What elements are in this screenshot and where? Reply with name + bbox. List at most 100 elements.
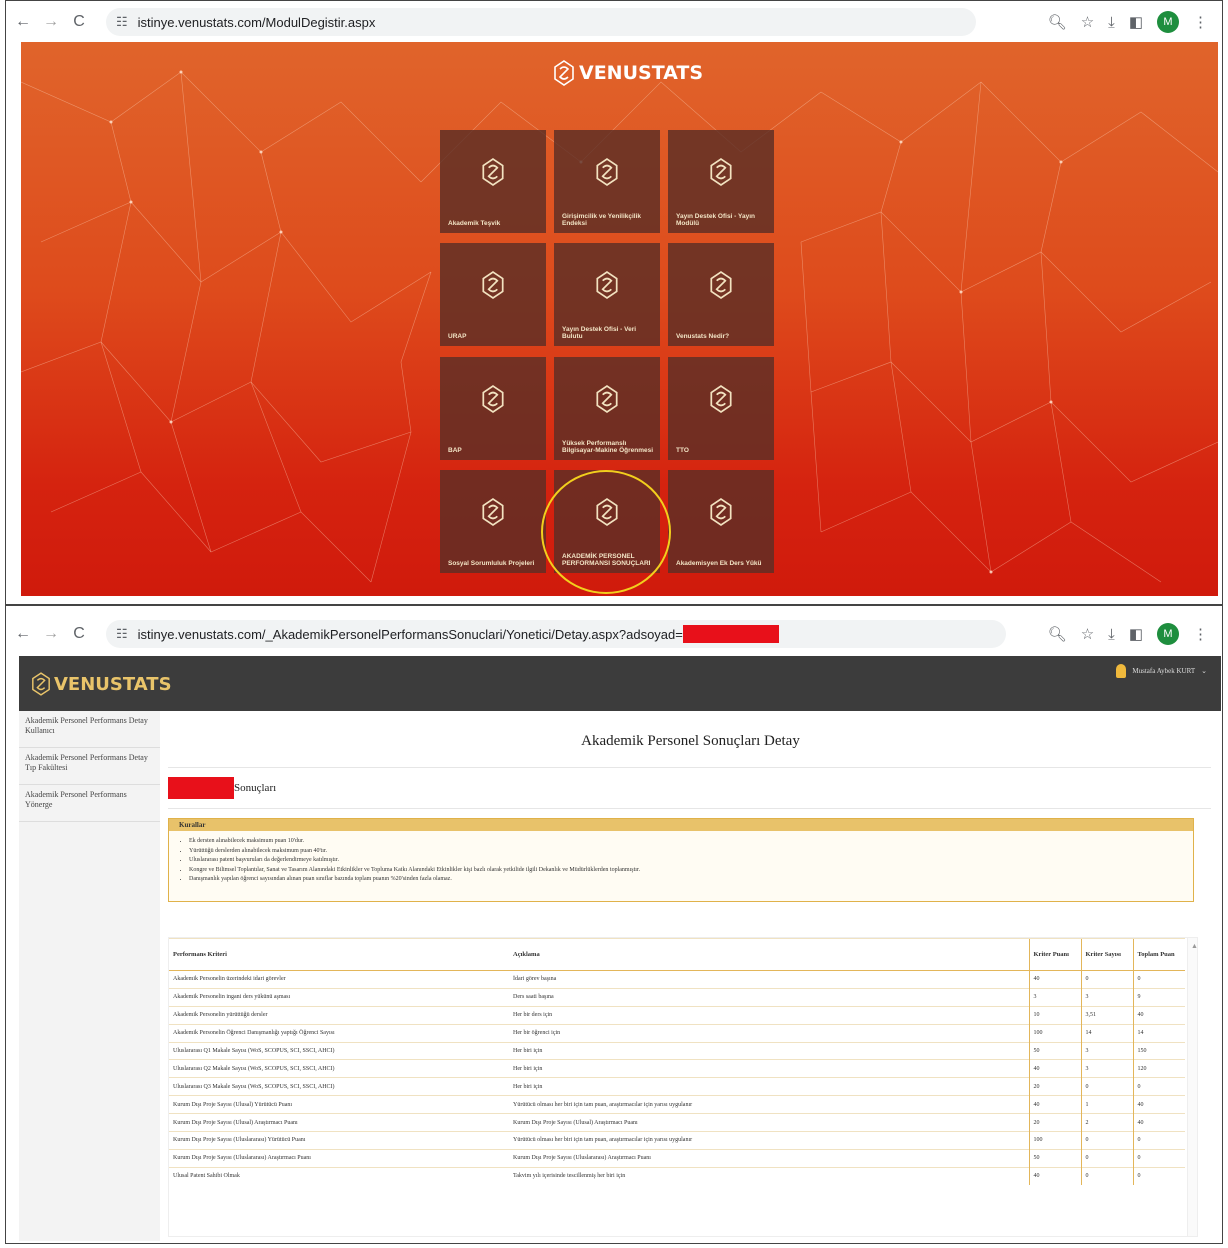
cell: 0 xyxy=(1132,970,1185,989)
col-header[interactable]: Kriter Sayısı xyxy=(1080,938,1133,971)
cell: 14 xyxy=(1080,1023,1133,1043)
venustats-tile-icon xyxy=(710,158,732,186)
cell: 40 xyxy=(1028,1166,1081,1186)
tile-label: Sosyal Sorumluluk Projeleri xyxy=(448,560,535,567)
col-header[interactable]: Toplam Puan xyxy=(1132,938,1185,971)
cell: Kurum Dışı Proje Sayısı (Ulusal) Yürütüc… xyxy=(169,1095,509,1114)
download-icon[interactable]: ⤓ xyxy=(1108,626,1115,643)
download-icon[interactable]: ⤓ xyxy=(1108,14,1115,31)
tile-label: Yüksek Performanslı Bilgisayar-Makine Öğ… xyxy=(562,440,654,454)
cell: 14 xyxy=(1132,1023,1185,1043)
venustats-tile-icon xyxy=(596,271,618,299)
table-header-row: Performans Kriteri Açıklama Kriter Puanı… xyxy=(169,938,1185,971)
sidepanel-icon[interactable]: ◧ xyxy=(1129,13,1143,31)
tile-label: Venustats Nedir? xyxy=(676,333,730,340)
table-row: Akademik Personelin Öğrenci Danışmanlığı… xyxy=(169,1023,1185,1043)
cell: 10 xyxy=(1028,1005,1081,1025)
address-bar[interactable]: ☷ istinye.venustats.com/_AkademikPersone… xyxy=(106,620,1006,648)
cell: 0 xyxy=(1132,1077,1185,1096)
forward-icon[interactable]: → xyxy=(40,625,62,643)
chevron-down-icon: ⌄ xyxy=(1201,667,1207,675)
forward-icon[interactable]: → xyxy=(40,13,62,31)
cell: 40 xyxy=(1132,1095,1185,1114)
browser-toolbar-bottom: ← → C ☷ istinye.venustats.com/_AkademikP… xyxy=(6,614,1222,654)
reload-icon[interactable]: C xyxy=(68,625,90,643)
zoom-icon[interactable]: 🔍︎ xyxy=(1048,13,1067,31)
cell: Akademik Personelin ingani ders yükünü a… xyxy=(169,987,509,1007)
star-icon[interactable]: ☆ xyxy=(1081,13,1094,31)
table-scrollbar[interactable]: ▲ xyxy=(1187,938,1197,1236)
tune-icon[interactable]: ☷ xyxy=(116,14,128,30)
cell: 0 xyxy=(1132,1131,1185,1150)
cell: 100 xyxy=(1028,1023,1081,1043)
scroll-up-icon[interactable]: ▲ xyxy=(1191,942,1197,950)
cell: 20 xyxy=(1028,1077,1081,1096)
col-header[interactable]: Performans Kriteri xyxy=(169,938,509,971)
star-icon[interactable]: ☆ xyxy=(1081,625,1094,643)
cell: 0 xyxy=(1132,1166,1185,1186)
table-row: Ulusal Patent Sahibi Olmak Takvim yılı iç… xyxy=(169,1166,1185,1186)
tile-girisimcilik[interactable]: Girişimcilik ve Yenilikçilik Endeksi xyxy=(554,130,660,233)
profile-avatar[interactable]: M xyxy=(1157,623,1179,645)
menu-icon[interactable]: ⋮ xyxy=(1193,13,1208,31)
redacted-name xyxy=(168,777,234,799)
sidebar-item-detay-tip[interactable]: Akademik Personel Performans Detay Tıp F… xyxy=(19,748,160,785)
profile-avatar[interactable]: M xyxy=(1157,11,1179,33)
back-icon[interactable]: ← xyxy=(12,625,34,643)
cell: Her bir öğrenci için xyxy=(509,1023,1029,1043)
cell: Uluslararası Q3 Makale Sayısı (WoS, SCOP… xyxy=(169,1077,509,1096)
tile-ek-ders-yuku[interactable]: Akademisyen Ek Ders Yükü xyxy=(668,470,774,573)
redacted-block xyxy=(682,625,779,643)
panel-divider xyxy=(5,604,1223,606)
separator xyxy=(168,808,1211,809)
brand-logo[interactable]: VENUSTATS xyxy=(31,672,172,696)
cell: 0 xyxy=(1080,970,1133,989)
reload-icon[interactable]: C xyxy=(68,13,90,31)
tile-urap[interactable]: URAP xyxy=(440,243,546,346)
address-url[interactable]: istinye.venustats.com/_AkademikPersonelP… xyxy=(138,627,683,642)
sidebar-item-yonerge[interactable]: Akademik Personel Performans Yönerge xyxy=(19,785,160,822)
cell: İdari görev başına xyxy=(509,970,1029,989)
cell: 0 xyxy=(1080,1166,1133,1186)
tile-label: Girişimcilik ve Yenilikçilik Endeksi xyxy=(562,213,642,227)
table-row: Kurum Dışı Proje Sayısı (Uluslararası) Y… xyxy=(169,1131,1185,1150)
rule-item: Kongre ve Bilimsel Toplantılar, Sanat ve… xyxy=(189,866,1193,876)
zoom-icon[interactable]: 🔍︎ xyxy=(1048,625,1067,643)
cell: Takvim yılı içerisinde tescillenmiş her … xyxy=(509,1166,1029,1186)
tune-icon[interactable]: ☷ xyxy=(116,626,128,642)
table-row: Kurum Dışı Proje Sayısı (Uluslararası) A… xyxy=(169,1148,1185,1168)
col-header[interactable]: Açıklama xyxy=(509,938,1029,971)
tile-yayin-destek-yayin[interactable]: Yayın Destek Ofisi - Yayın Modülü xyxy=(668,130,774,233)
tile-tto[interactable]: TTO xyxy=(668,357,774,460)
cell: 50 xyxy=(1028,1148,1081,1168)
address-bar[interactable]: ☷ istinye.venustats.com/ModulDegistir.as… xyxy=(106,8,976,36)
cell: Kurum Dışı Proje Sayısı (Uluslararası) A… xyxy=(509,1148,1029,1168)
cell: 100 xyxy=(1028,1131,1081,1150)
col-header[interactable]: Kriter Puanı xyxy=(1028,938,1081,971)
back-icon[interactable]: ← xyxy=(12,13,34,31)
tile-sosyal-sorumluluk[interactable]: Sosyal Sorumluluk Projeleri xyxy=(440,470,546,573)
performance-table-container[interactable]: Performans Kriteri Açıklama Kriter Puanı… xyxy=(168,937,1198,1237)
address-url[interactable]: istinye.venustats.com/ModulDegistir.aspx xyxy=(138,15,376,30)
tile-label: TTO xyxy=(676,447,689,454)
user-menu[interactable]: Mustafa Aybek KURT ⌄ xyxy=(1116,664,1207,678)
venustats-tile-icon xyxy=(482,385,504,413)
cell: 0 xyxy=(1080,1148,1133,1168)
rule-item: Ek dersten alınabilecek maksimum puan 10… xyxy=(189,837,1193,847)
tile-bap[interactable]: BAP xyxy=(440,357,546,460)
tile-yuksek-performans[interactable]: Yüksek Performanslı Bilgisayar-Makine Öğ… xyxy=(554,357,660,460)
table-row: Akademik Personelin ingani ders yükünü a… xyxy=(169,987,1185,1007)
sidebar-item-detay-kullanici[interactable]: Akademik Personel Performans Detay Kulla… xyxy=(19,711,160,748)
separator xyxy=(168,767,1211,768)
cell: 3 xyxy=(1080,987,1133,1007)
tile-venustats-nedir[interactable]: Venustats Nedir? xyxy=(668,243,774,346)
sidepanel-icon[interactable]: ◧ xyxy=(1129,625,1143,643)
tile-akademik-tesvik[interactable]: Akademik Teşvik xyxy=(440,130,546,233)
cell: 40 xyxy=(1028,970,1081,989)
user-name: Mustafa Aybek KURT xyxy=(1132,667,1196,675)
tile-label: Yayın Destek Ofisi - Veri Bulutu xyxy=(562,326,637,340)
cell: Her biri için xyxy=(509,1059,1029,1078)
tile-yayin-destek-veri[interactable]: Yayın Destek Ofisi - Veri Bulutu xyxy=(554,243,660,346)
menu-icon[interactable]: ⋮ xyxy=(1193,625,1208,643)
brand-name: VENUSTATS xyxy=(579,62,704,84)
